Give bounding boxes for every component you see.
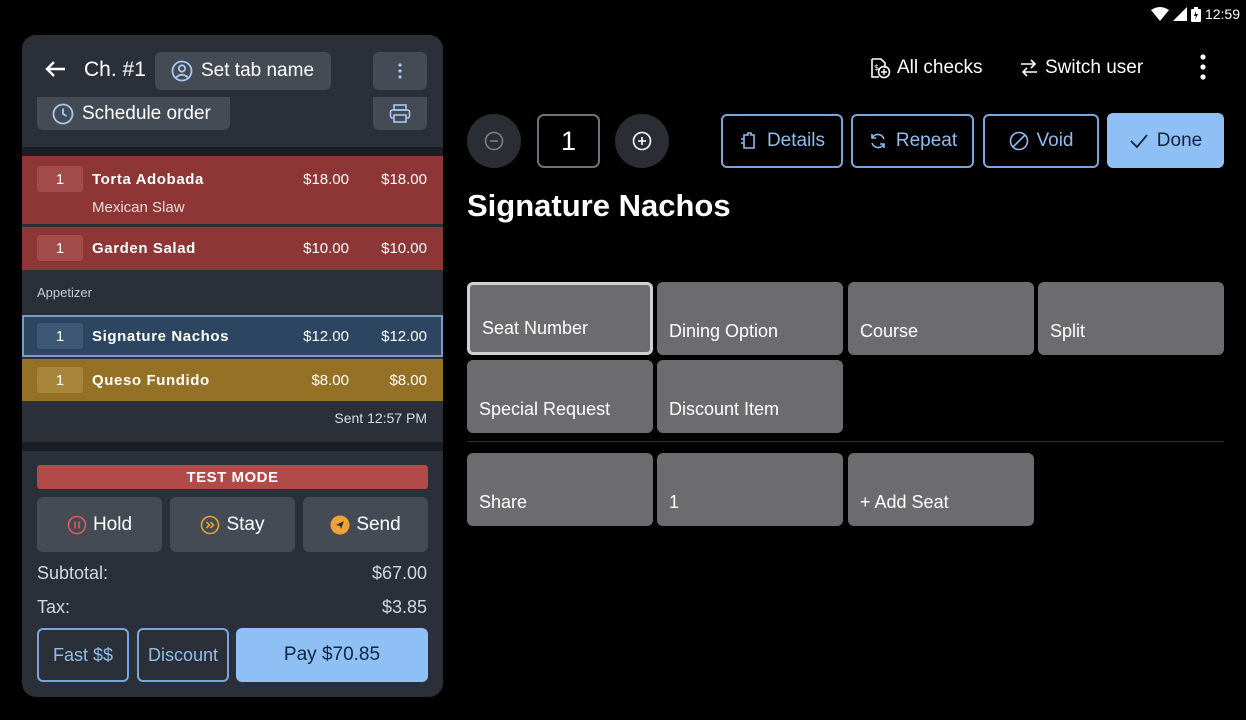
divider bbox=[22, 147, 443, 156]
schedule-order-button[interactable]: Schedule order bbox=[37, 97, 230, 130]
item-name: Torta Adobada bbox=[92, 171, 204, 188]
repeat-label: Repeat bbox=[895, 130, 958, 151]
done-button[interactable]: Done bbox=[1107, 113, 1224, 168]
option-discount-item[interactable]: Discount Item bbox=[657, 360, 843, 433]
add-seat-button[interactable]: + Add Seat bbox=[848, 453, 1034, 526]
item-price: $10.00 bbox=[303, 240, 349, 257]
discount-button[interactable]: Discount bbox=[137, 628, 229, 682]
order-item-row[interactable]: 1 Torta Adobada Mexican Slaw $18.00 $18.… bbox=[22, 156, 443, 224]
more-vertical-icon bbox=[1200, 54, 1206, 80]
details-label: Details bbox=[766, 130, 826, 151]
done-label: Done bbox=[1156, 129, 1203, 151]
check-header: Ch. #1 Set tab name Schedule order bbox=[22, 35, 443, 147]
set-tab-name-label: Set tab name bbox=[201, 60, 315, 81]
check-title: Ch. #1 bbox=[84, 58, 146, 81]
quantity-value[interactable]: 1 bbox=[537, 114, 600, 168]
repeat-button[interactable]: Repeat bbox=[851, 114, 974, 168]
item-title: Signature Nachos bbox=[467, 188, 731, 223]
decrease-quantity-button[interactable] bbox=[467, 114, 521, 168]
pay-button[interactable]: Pay $70.85 bbox=[236, 628, 428, 682]
item-total: $12.00 bbox=[381, 328, 427, 345]
status-time: 12:59 bbox=[1204, 6, 1240, 22]
printer-icon bbox=[389, 103, 411, 123]
seat-share[interactable]: Share bbox=[467, 453, 653, 526]
fast-cash-button[interactable]: Fast $$ bbox=[37, 628, 129, 682]
increase-quantity-button[interactable] bbox=[615, 114, 669, 168]
divider bbox=[22, 442, 443, 451]
category-label: Appetizer bbox=[37, 285, 92, 300]
send-label: Send bbox=[356, 513, 401, 535]
status-bar: 12:59 bbox=[0, 0, 1246, 30]
item-total: $10.00 bbox=[381, 240, 427, 257]
item-name: Queso Fundido bbox=[92, 372, 210, 389]
item-qty: 1 bbox=[37, 166, 83, 192]
switch-user-button[interactable]: Switch user bbox=[1019, 54, 1143, 82]
back-arrow-icon[interactable] bbox=[44, 57, 68, 81]
print-button[interactable] bbox=[373, 97, 427, 130]
hold-label: Hold bbox=[92, 513, 133, 535]
repeat-icon bbox=[871, 133, 885, 149]
swap-horizontal-icon bbox=[1021, 59, 1037, 77]
item-total: $18.00 bbox=[381, 171, 427, 188]
check-icon bbox=[1130, 133, 1148, 148]
option-split[interactable]: Split bbox=[1038, 282, 1224, 355]
send-button[interactable]: Send bbox=[303, 497, 428, 552]
set-tab-name-button[interactable]: Set tab name bbox=[155, 52, 331, 90]
plus-circle-icon bbox=[632, 131, 652, 151]
seat-1[interactable]: 1 bbox=[657, 453, 843, 526]
stay-label: Stay bbox=[226, 513, 265, 535]
item-qty: 1 bbox=[37, 323, 83, 349]
account-circle-icon bbox=[171, 60, 193, 82]
check-panel: Ch. #1 Set tab name Schedule order 1 Tor… bbox=[22, 35, 443, 697]
divider bbox=[467, 441, 1224, 442]
item-price: $18.00 bbox=[303, 171, 349, 188]
overflow-menu-button[interactable] bbox=[1190, 52, 1216, 82]
order-item-row-selected[interactable]: 1 Signature Nachos $12.00 $12.00 bbox=[22, 315, 443, 357]
details-button[interactable]: Details bbox=[721, 114, 843, 168]
option-seat-number[interactable]: Seat Number bbox=[467, 282, 653, 355]
block-icon bbox=[1009, 131, 1028, 151]
wifi-icon bbox=[1150, 7, 1169, 21]
switch-user-label: Switch user bbox=[1045, 57, 1144, 78]
item-modifier: Mexican Slaw bbox=[92, 199, 185, 216]
check-menu-button[interactable] bbox=[373, 52, 427, 90]
checks-icon: $ bbox=[871, 58, 891, 79]
void-label: Void bbox=[1036, 130, 1074, 151]
item-price: $12.00 bbox=[303, 328, 349, 345]
signal-icon bbox=[1172, 7, 1187, 21]
status-icons: 12:59 bbox=[1150, 6, 1240, 22]
tax-value: $3.85 bbox=[381, 597, 427, 617]
send-circle-icon bbox=[330, 515, 350, 534]
item-price: $8.00 bbox=[311, 372, 349, 389]
stay-button[interactable]: Stay bbox=[170, 497, 295, 552]
pause-circle-icon bbox=[67, 515, 87, 534]
option-dining-option[interactable]: Dining Option bbox=[657, 282, 843, 355]
item-name: Signature Nachos bbox=[92, 328, 230, 345]
schedule-order-label: Schedule order bbox=[82, 102, 211, 124]
svg-text:$: $ bbox=[874, 63, 879, 72]
item-qty: 1 bbox=[37, 235, 83, 261]
clock-icon bbox=[52, 103, 74, 124]
all-checks-label: All checks bbox=[897, 57, 983, 78]
order-item-row[interactable]: 1 Queso Fundido $8.00 $8.00 bbox=[22, 359, 443, 401]
item-total: $8.00 bbox=[389, 372, 427, 389]
tax-label: Tax: bbox=[37, 597, 71, 617]
order-item-row[interactable]: 1 Garden Salad $10.00 $10.00 bbox=[22, 227, 443, 270]
more-vertical-icon bbox=[398, 63, 402, 79]
battery-icon bbox=[1190, 6, 1201, 22]
void-button[interactable]: Void bbox=[983, 114, 1099, 168]
subtotal-label: Subtotal: bbox=[37, 563, 109, 583]
sent-timestamp: Sent 12:57 PM bbox=[334, 410, 427, 426]
details-icon bbox=[740, 132, 755, 149]
option-special-request[interactable]: Special Request bbox=[467, 360, 653, 433]
hold-button[interactable]: Hold bbox=[37, 497, 162, 552]
option-course[interactable]: Course bbox=[848, 282, 1034, 355]
minus-circle-icon bbox=[484, 131, 504, 151]
fast-forward-circle-icon bbox=[201, 515, 220, 534]
item-name: Garden Salad bbox=[92, 240, 196, 257]
test-mode-banner: TEST MODE bbox=[37, 465, 428, 489]
all-checks-button[interactable]: $ All checks bbox=[869, 54, 983, 82]
item-qty: 1 bbox=[37, 367, 83, 393]
subtotal-value: $67.00 bbox=[371, 563, 427, 583]
